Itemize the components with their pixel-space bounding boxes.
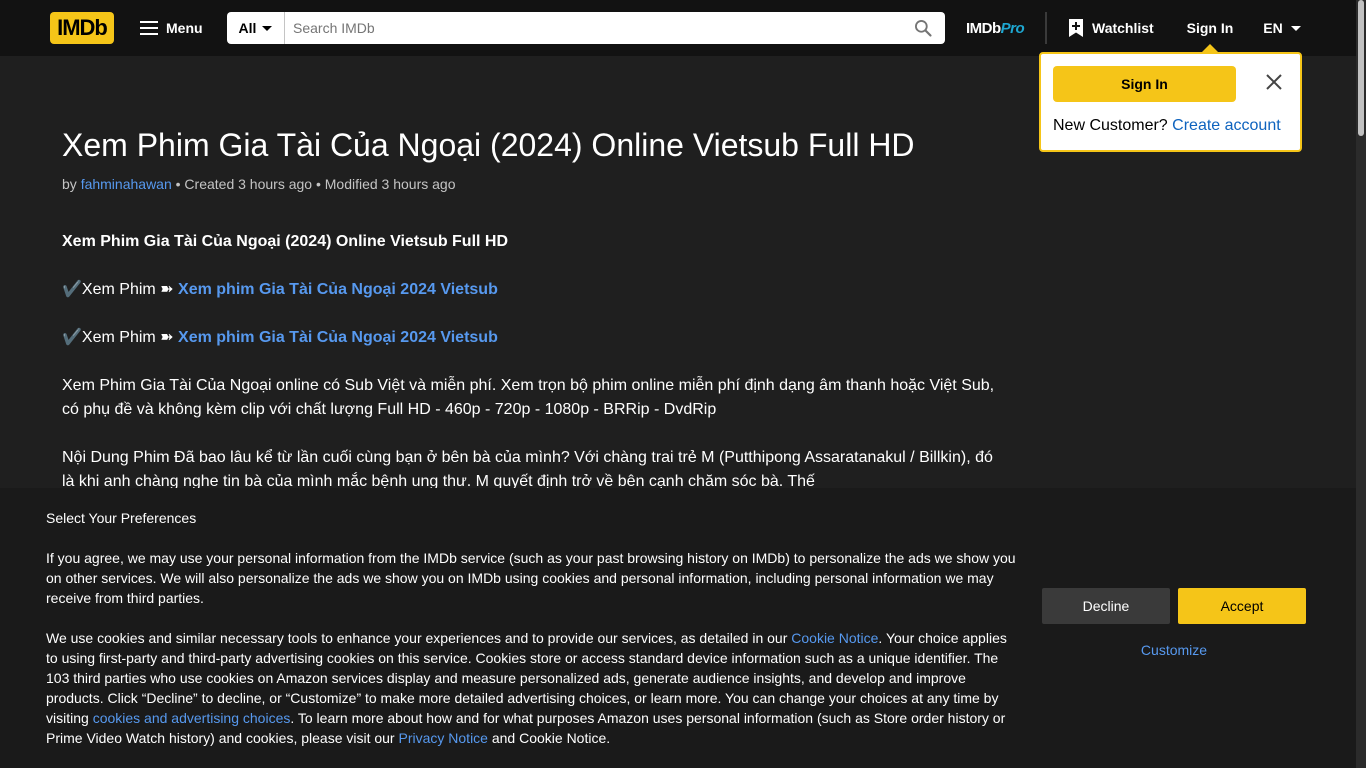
watchlist-button[interactable]: Watchlist (1062, 12, 1167, 44)
description-paragraph-1: Xem Phim Gia Tài Của Ngoại online có Sub… (62, 377, 995, 418)
link-prefix: ✔️Xem Phim ➽ (62, 329, 174, 346)
link-prefix: ✔️Xem Phim ➽ (62, 281, 174, 298)
scrollbar-thumb[interactable] (1358, 0, 1364, 136)
sign-in-popover: Sign In New Customer? Create account (1039, 44, 1302, 152)
language-selector[interactable]: EN (1258, 12, 1306, 44)
cookie-notice-link[interactable]: Cookie Notice (791, 630, 878, 646)
list-description: Xem Phim Gia Tài Của Ngoại (2024) Online… (62, 230, 1002, 494)
cookie-text: Select Your Preferences If you agree, we… (46, 508, 1021, 768)
meta-dates: • Created 3 hours ago • Modified 3 hours… (175, 176, 456, 192)
imdbpro-link[interactable]: IMDb Pro (966, 18, 1025, 38)
page-title: Xem Phim Gia Tài Của Ngoại (2024) Online… (62, 127, 915, 163)
top-navigation-bar: IMDb Menu All IMDbPro Watchlist Sig (0, 0, 1356, 56)
watch-link-1[interactable]: Xem phim Gia Tài Của Ngoại 2024 Vietsub (178, 281, 498, 298)
cookie-consent-banner: Select Your Preferences If you agree, we… (0, 488, 1356, 768)
menu-label: Menu (166, 20, 203, 36)
header-divider (1045, 12, 1047, 44)
description-paragraph-2: Nội Dung Phim Đã bao lâu kể từ lần cuối … (62, 449, 993, 490)
cookie-paragraph-1: If you agree, we may use your personal i… (46, 550, 1016, 606)
cookie-paragraph-2: We use cookies and similar necessary too… (46, 628, 1021, 748)
author-link[interactable]: fahminahawan (81, 176, 172, 192)
search-category-label: All (238, 20, 257, 36)
description-heading: Xem Phim Gia Tài Của Ngoại (2024) Online… (62, 233, 509, 250)
page-scrollbar[interactable] (1356, 0, 1366, 768)
cookie-title: Select Your Preferences (46, 510, 197, 526)
search-bar: All (227, 12, 945, 44)
popover-close-button[interactable] (1264, 72, 1284, 92)
create-account-link[interactable]: Create account (1172, 117, 1281, 134)
imdbpro-logo-text: IMDb (966, 19, 1001, 37)
caret-down-icon (262, 25, 273, 31)
main-content: Xem Phim Gia Tài Của Ngoại (2024) Online… (62, 124, 1002, 518)
watchlist-add-icon (1069, 19, 1083, 37)
watchlist-label: Watchlist (1092, 20, 1154, 36)
decline-button[interactable]: Decline (1042, 588, 1170, 624)
imdbpro-logo-pro: Pro (1000, 19, 1025, 37)
customize-link[interactable]: Customize (1042, 642, 1306, 658)
popover-sign-in-button[interactable]: Sign In (1053, 66, 1236, 102)
list-meta: by fahminahawan • Created 3 hours ago • … (62, 174, 1002, 194)
hamburger-icon (140, 21, 158, 35)
watch-link-2[interactable]: Xem phim Gia Tài Của Ngoại 2024 Vietsub (178, 329, 498, 346)
search-icon (915, 20, 932, 37)
language-label: EN (1263, 20, 1283, 36)
cookie-text-segment: and Cookie Notice. (487, 730, 611, 746)
close-icon (1266, 74, 1282, 90)
privacy-notice-link[interactable]: Privacy Notice (399, 730, 488, 746)
cookie-text-segment: We use cookies and similar necessary too… (46, 630, 792, 646)
header-sign-in-button[interactable]: Sign In (1180, 12, 1240, 44)
meta-by: by (62, 176, 77, 192)
search-category-dropdown[interactable]: All (227, 12, 285, 44)
menu-button[interactable]: Menu (130, 12, 214, 44)
new-customer-text: New Customer? (1053, 117, 1168, 134)
caret-down-icon (1290, 25, 1301, 31)
accept-button[interactable]: Accept (1178, 588, 1306, 624)
new-customer-row: New Customer? Create account (1053, 117, 1281, 135)
search-input[interactable] (285, 12, 901, 44)
cookies-advertising-choices-link[interactable]: cookies and advertising choices (93, 710, 291, 726)
search-button[interactable] (901, 12, 945, 44)
imdb-logo[interactable]: IMDb (50, 12, 114, 44)
